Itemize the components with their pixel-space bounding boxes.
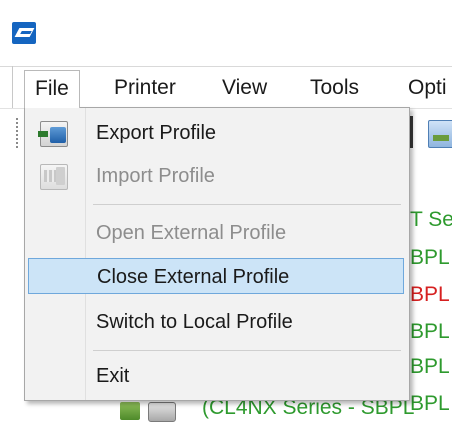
menu-item-label: Switch to Local Profile (96, 311, 293, 333)
menu-printer[interactable]: Printer (104, 70, 186, 106)
menu-tools[interactable]: Tools (300, 70, 369, 106)
menu-view[interactable]: View (212, 70, 277, 106)
printer-icon (148, 402, 176, 422)
export-profile-icon (38, 121, 68, 147)
menu-item-export-profile[interactable]: Export Profile (28, 115, 404, 151)
menu-separator (93, 350, 401, 351)
menu-item-label: Open External Profile (96, 222, 287, 244)
import-profile-icon (40, 164, 68, 190)
tree-row-fragment: BPL (410, 355, 450, 378)
tree-row-fragment: BPL (410, 283, 450, 306)
tree-row-fragment: BPL (410, 246, 450, 269)
app-logo-icon (12, 22, 36, 44)
menu-item-label: Import Profile (96, 165, 215, 187)
menu-item-label: Export Profile (96, 122, 217, 144)
tree-row-fragment: BPL (410, 320, 450, 343)
toolbar-picture-icon[interactable] (428, 120, 452, 148)
tree-row-fragment: BPL (410, 392, 450, 415)
toolbar-grip-icon[interactable] (16, 118, 21, 148)
file-menu-dropdown: Export Profile Import Profile Open Exter… (24, 107, 410, 401)
menu-item-label: Exit (96, 365, 130, 387)
menu-icon-gutter (85, 108, 86, 400)
menu-file[interactable]: File (24, 70, 80, 108)
menu-item-label: Close External Profile (97, 266, 290, 288)
menu-item-close-external-profile[interactable]: Close External Profile (28, 258, 404, 294)
menu-item-open-external-profile: Open External Profile (28, 215, 404, 251)
menu-options[interactable]: Opti (398, 70, 452, 106)
menu-item-switch-to-local-profile[interactable]: Switch to Local Profile (28, 304, 404, 340)
menu-item-exit[interactable]: Exit (28, 358, 404, 394)
tree-node-icon (120, 402, 140, 420)
menu-item-import-profile: Import Profile (28, 158, 404, 194)
menu-separator (93, 204, 401, 205)
tree-row-fragment: T Se (410, 208, 452, 231)
title-bar (0, 0, 452, 64)
